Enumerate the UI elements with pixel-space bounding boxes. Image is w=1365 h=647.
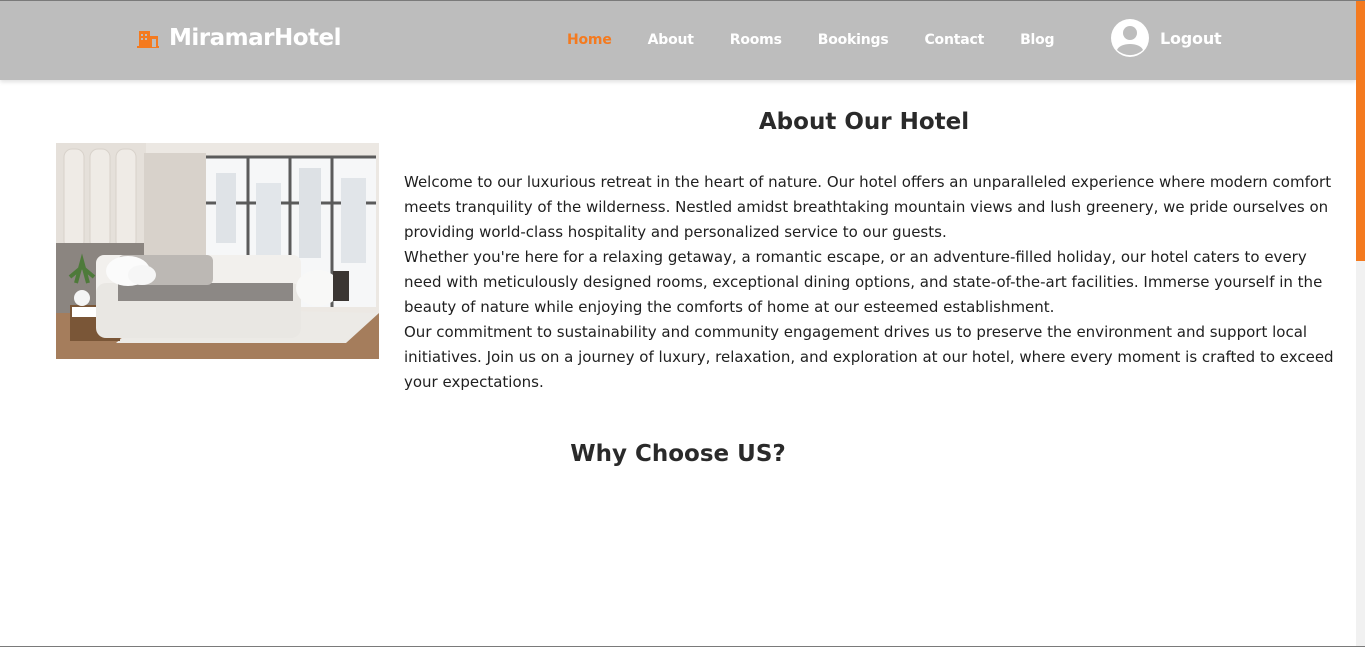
scrollbar-thumb[interactable] (1356, 1, 1365, 261)
about-paragraph-3: Our commitment to sustainability and com… (404, 323, 1334, 391)
about-title: About Our Hotel (758, 109, 970, 135)
user-circle-icon[interactable] (1110, 18, 1150, 58)
nav-item-about[interactable]: About (648, 32, 694, 48)
brand-link[interactable]: MiramarHotel (137, 25, 342, 51)
nav-item-bookings[interactable]: Bookings (818, 32, 889, 48)
hotel-bedroom-photo (56, 143, 379, 359)
navbar: MiramarHotel Home About Rooms Bookings C… (0, 1, 1356, 80)
why-choose-us-title: Why Choose US? (570, 441, 786, 467)
nav-item-blog[interactable]: Blog (1020, 32, 1055, 48)
brand-name: MiramarHotel (169, 25, 342, 51)
main-nav: Home About Rooms Bookings Contact Blog (567, 32, 1090, 48)
user-area: Logout (1110, 18, 1222, 58)
about-paragraph-2: Whether you're here for a relaxing getaw… (404, 248, 1323, 316)
about-paragraph-1: Welcome to our luxurious retreat in the … (404, 173, 1332, 241)
page: MiramarHotel Home About Rooms Bookings C… (0, 0, 1365, 647)
about-text: Welcome to our luxurious retreat in the … (404, 170, 1334, 395)
page-scrollbar[interactable] (1356, 1, 1365, 646)
logout-link[interactable]: Logout (1160, 29, 1222, 48)
hotel-icon (137, 31, 159, 48)
nav-item-home[interactable]: Home (567, 32, 612, 48)
nav-item-rooms[interactable]: Rooms (730, 32, 782, 48)
nav-item-contact[interactable]: Contact (924, 32, 984, 48)
